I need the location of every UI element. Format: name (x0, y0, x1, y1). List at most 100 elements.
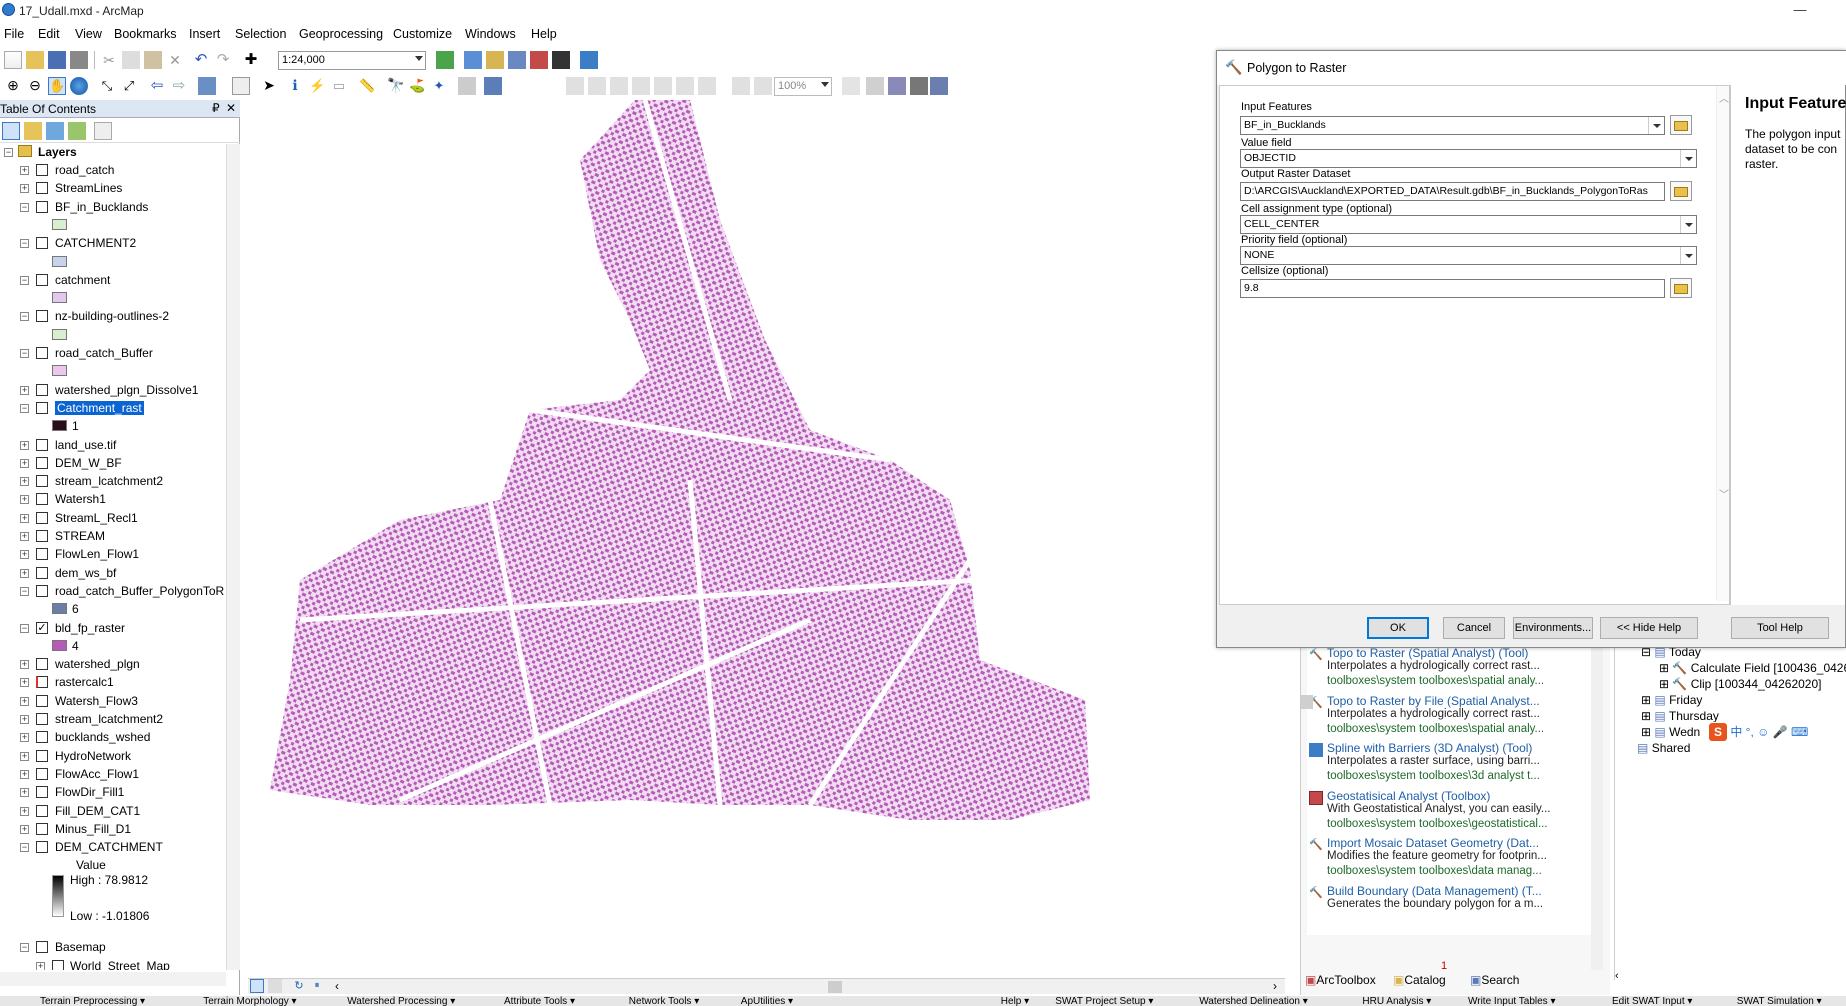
toc-layer-row[interactable]: − ✓ bld_fp_raster (0, 620, 226, 638)
ime-status-icons[interactable]: 中 °, ☺ 🎤 ⌨ (1730, 725, 1808, 739)
layer-visibility-checkbox[interactable] (36, 347, 48, 359)
back-arrow-icon[interactable]: ⇦ (148, 77, 166, 95)
toc-layer-row[interactable]: + road_catch (0, 162, 226, 180)
create-viewer-window-icon[interactable] (484, 77, 502, 95)
expand-icon[interactable]: + (20, 769, 29, 779)
data-view-icon[interactable] (250, 979, 264, 993)
result-title[interactable]: Import Mosaic Dataset Geometry (Dat... (1327, 836, 1539, 850)
pan-hand-icon[interactable]: ✋ (48, 77, 66, 95)
pause-drawing-icon[interactable]: ⏸ (310, 979, 324, 993)
select-features-icon[interactable] (198, 77, 216, 95)
layer-name[interactable]: FlowAcc_Flow1 (55, 767, 139, 781)
collapse-icon[interactable]: − (20, 202, 29, 212)
change-layout-icon[interactable] (888, 77, 906, 95)
save-icon[interactable] (48, 51, 66, 69)
toc-layer-row[interactable]: + Watersh_Flow3 (0, 693, 226, 711)
dialog-vertical-scrollbar[interactable]: ︿ ﹀ (1716, 86, 1730, 601)
layer-visibility-checkbox[interactable]: ✓ (36, 621, 48, 634)
toc-layer-row[interactable]: + HydroNetwork (0, 748, 226, 766)
layer-visibility-checkbox[interactable] (36, 438, 48, 451)
layer-visibility-checkbox[interactable] (36, 713, 48, 725)
scroll-up-icon[interactable]: ︿ (1719, 90, 1729, 105)
layer-name[interactable]: BF_in_Bucklands (55, 200, 148, 214)
cut-icon[interactable]: ✂ (100, 51, 118, 69)
layer-visibility-checkbox[interactable] (36, 731, 48, 744)
bottom-toolbar-menu[interactable]: HRU Analysis ▾ (1362, 996, 1431, 1006)
layer-visibility-checkbox[interactable] (36, 383, 48, 396)
layer-name[interactable]: catchment (55, 273, 110, 287)
hide-help-button[interactable]: << Hide Help (1600, 617, 1698, 639)
search-window-icon[interactable] (508, 51, 526, 69)
arctoolbox-icon[interactable] (530, 51, 548, 69)
toc-layer-row[interactable]: + Fill_DEM_CAT1 (0, 803, 226, 821)
expand-icon[interactable]: + (20, 733, 29, 743)
toc-layer-row[interactable]: + stream_lcatchment2 (0, 473, 226, 491)
collapse-icon[interactable]: − (20, 275, 29, 285)
result-title[interactable]: Topo to Raster (Spatial Analyst) (Tool) (1327, 646, 1528, 660)
layer-visibility-checkbox[interactable] (36, 511, 48, 524)
bottom-toolbar-menu[interactable]: ApUtilities ▾ (741, 996, 793, 1006)
tab-search[interactable]: ▣Search (1470, 973, 1519, 987)
expand-icon[interactable]: + (20, 440, 29, 450)
model-builder-icon[interactable] (580, 51, 598, 69)
search-result-item[interactable]: 🔨 Import Mosaic Dataset Geometry (Dat... M… (1307, 835, 1597, 887)
collapse-icon[interactable]: − (20, 843, 29, 853)
layer-name[interactable]: StreamLines (55, 181, 122, 195)
layer-visibility-checkbox[interactable] (36, 273, 48, 286)
layer-name[interactable]: land_use.tif (55, 438, 116, 452)
tab-arctoolbox[interactable]: ▣ArcToolbox (1305, 973, 1376, 987)
select-elements-arrow-icon[interactable]: ➤ (260, 77, 278, 95)
menu-bookmarks[interactable]: Bookmarks (114, 27, 177, 41)
layer-name[interactable]: Watersh1 (55, 492, 106, 506)
zoom-out-icon[interactable]: ⊖ (26, 77, 44, 95)
layer-visibility-checkbox[interactable] (36, 804, 48, 817)
list-by-selection-icon[interactable] (68, 122, 86, 140)
browse-input-folder-button[interactable] (1670, 115, 1692, 135)
expand-icon[interactable]: + (20, 751, 29, 761)
priority-field-combo[interactable]: NONE (1240, 246, 1697, 265)
history-shared[interactable]: ▤ Shared (1637, 741, 1690, 755)
layer-name[interactable]: Watersh_Flow3 (55, 694, 138, 708)
toc-layer-row[interactable]: − BF_in_Bucklands (0, 199, 226, 217)
layer-visibility-checkbox[interactable] (36, 694, 48, 707)
scroll-left-icon[interactable]: ‹ (330, 979, 344, 993)
layer-name[interactable]: stream_lcatchment2 (55, 712, 163, 726)
bottom-toolbar-menu[interactable]: Terrain Preprocessing ▾ (40, 996, 145, 1006)
layer-name[interactable]: StreamL_Recl1 (55, 511, 138, 525)
toc-layer-row[interactable]: + DEM_W_BF (0, 455, 226, 473)
bottom-toolbar-menu[interactable]: Attribute Tools ▾ (504, 996, 575, 1006)
expand-icon[interactable]: + (20, 788, 29, 798)
layer-name[interactable]: bld_fp_raster (55, 621, 125, 635)
toc-layer-row[interactable]: − CATCHMENT2 (0, 235, 226, 253)
layer-name[interactable]: DEM_CATCHMENT (55, 840, 163, 854)
toc-layer-row[interactable]: + dem_ws_bf (0, 565, 226, 583)
layer-visibility-checkbox[interactable] (36, 164, 48, 176)
bottom-toolbar-menu[interactable]: Help ▾ (1001, 996, 1029, 1006)
layer-name[interactable]: nz-building-outlines-2 (55, 309, 169, 323)
redo-icon[interactable]: ↷ (214, 51, 232, 69)
history-scroll-left-icon[interactable]: ‹ (1615, 970, 1627, 984)
layer-name[interactable]: FlowDir_Fill1 (55, 785, 124, 799)
identify-icon[interactable]: ℹ (286, 77, 304, 95)
basemap-group-row[interactable]: − Basemap (0, 939, 226, 957)
layer-name[interactable]: bucklands_wshed (55, 730, 150, 744)
layer-visibility-checkbox[interactable] (36, 584, 48, 597)
toc-layer-row[interactable]: + STREAM (0, 528, 226, 546)
expand-icon[interactable]: + (20, 696, 29, 706)
close-icon[interactable]: ✕ (226, 101, 236, 115)
search-vertical-scrollbar[interactable] (1591, 640, 1603, 970)
delete-icon[interactable]: ✕ (166, 51, 184, 69)
basemap-group-label[interactable]: Basemap (55, 940, 106, 954)
bottom-toolbar-menu[interactable]: SWAT Project Setup ▾ (1055, 996, 1153, 1006)
map-scale-combo[interactable]: 1:24,000 (278, 51, 426, 70)
layout-options-icon[interactable] (930, 77, 948, 95)
toc-layer-row[interactable]: + watershed_plgn (0, 656, 226, 674)
toc-layer-row[interactable]: + StreamLines (0, 180, 226, 198)
cell-assignment-combo[interactable]: CELL_CENTER (1240, 215, 1697, 234)
result-title[interactable]: Build Boundary (Data Management) (T... (1327, 884, 1542, 898)
toc-layer-row[interactable]: − Catchment_rast (0, 400, 226, 418)
toc-layer-row[interactable]: + watershed_plgn_Dissolve1 (0, 382, 226, 400)
bottom-toolbar-menu[interactable]: Watershed Delineation ▾ (1199, 996, 1308, 1006)
layer-name[interactable]: FlowLen_Flow1 (55, 547, 139, 561)
layer-visibility-checkbox[interactable] (36, 182, 48, 195)
